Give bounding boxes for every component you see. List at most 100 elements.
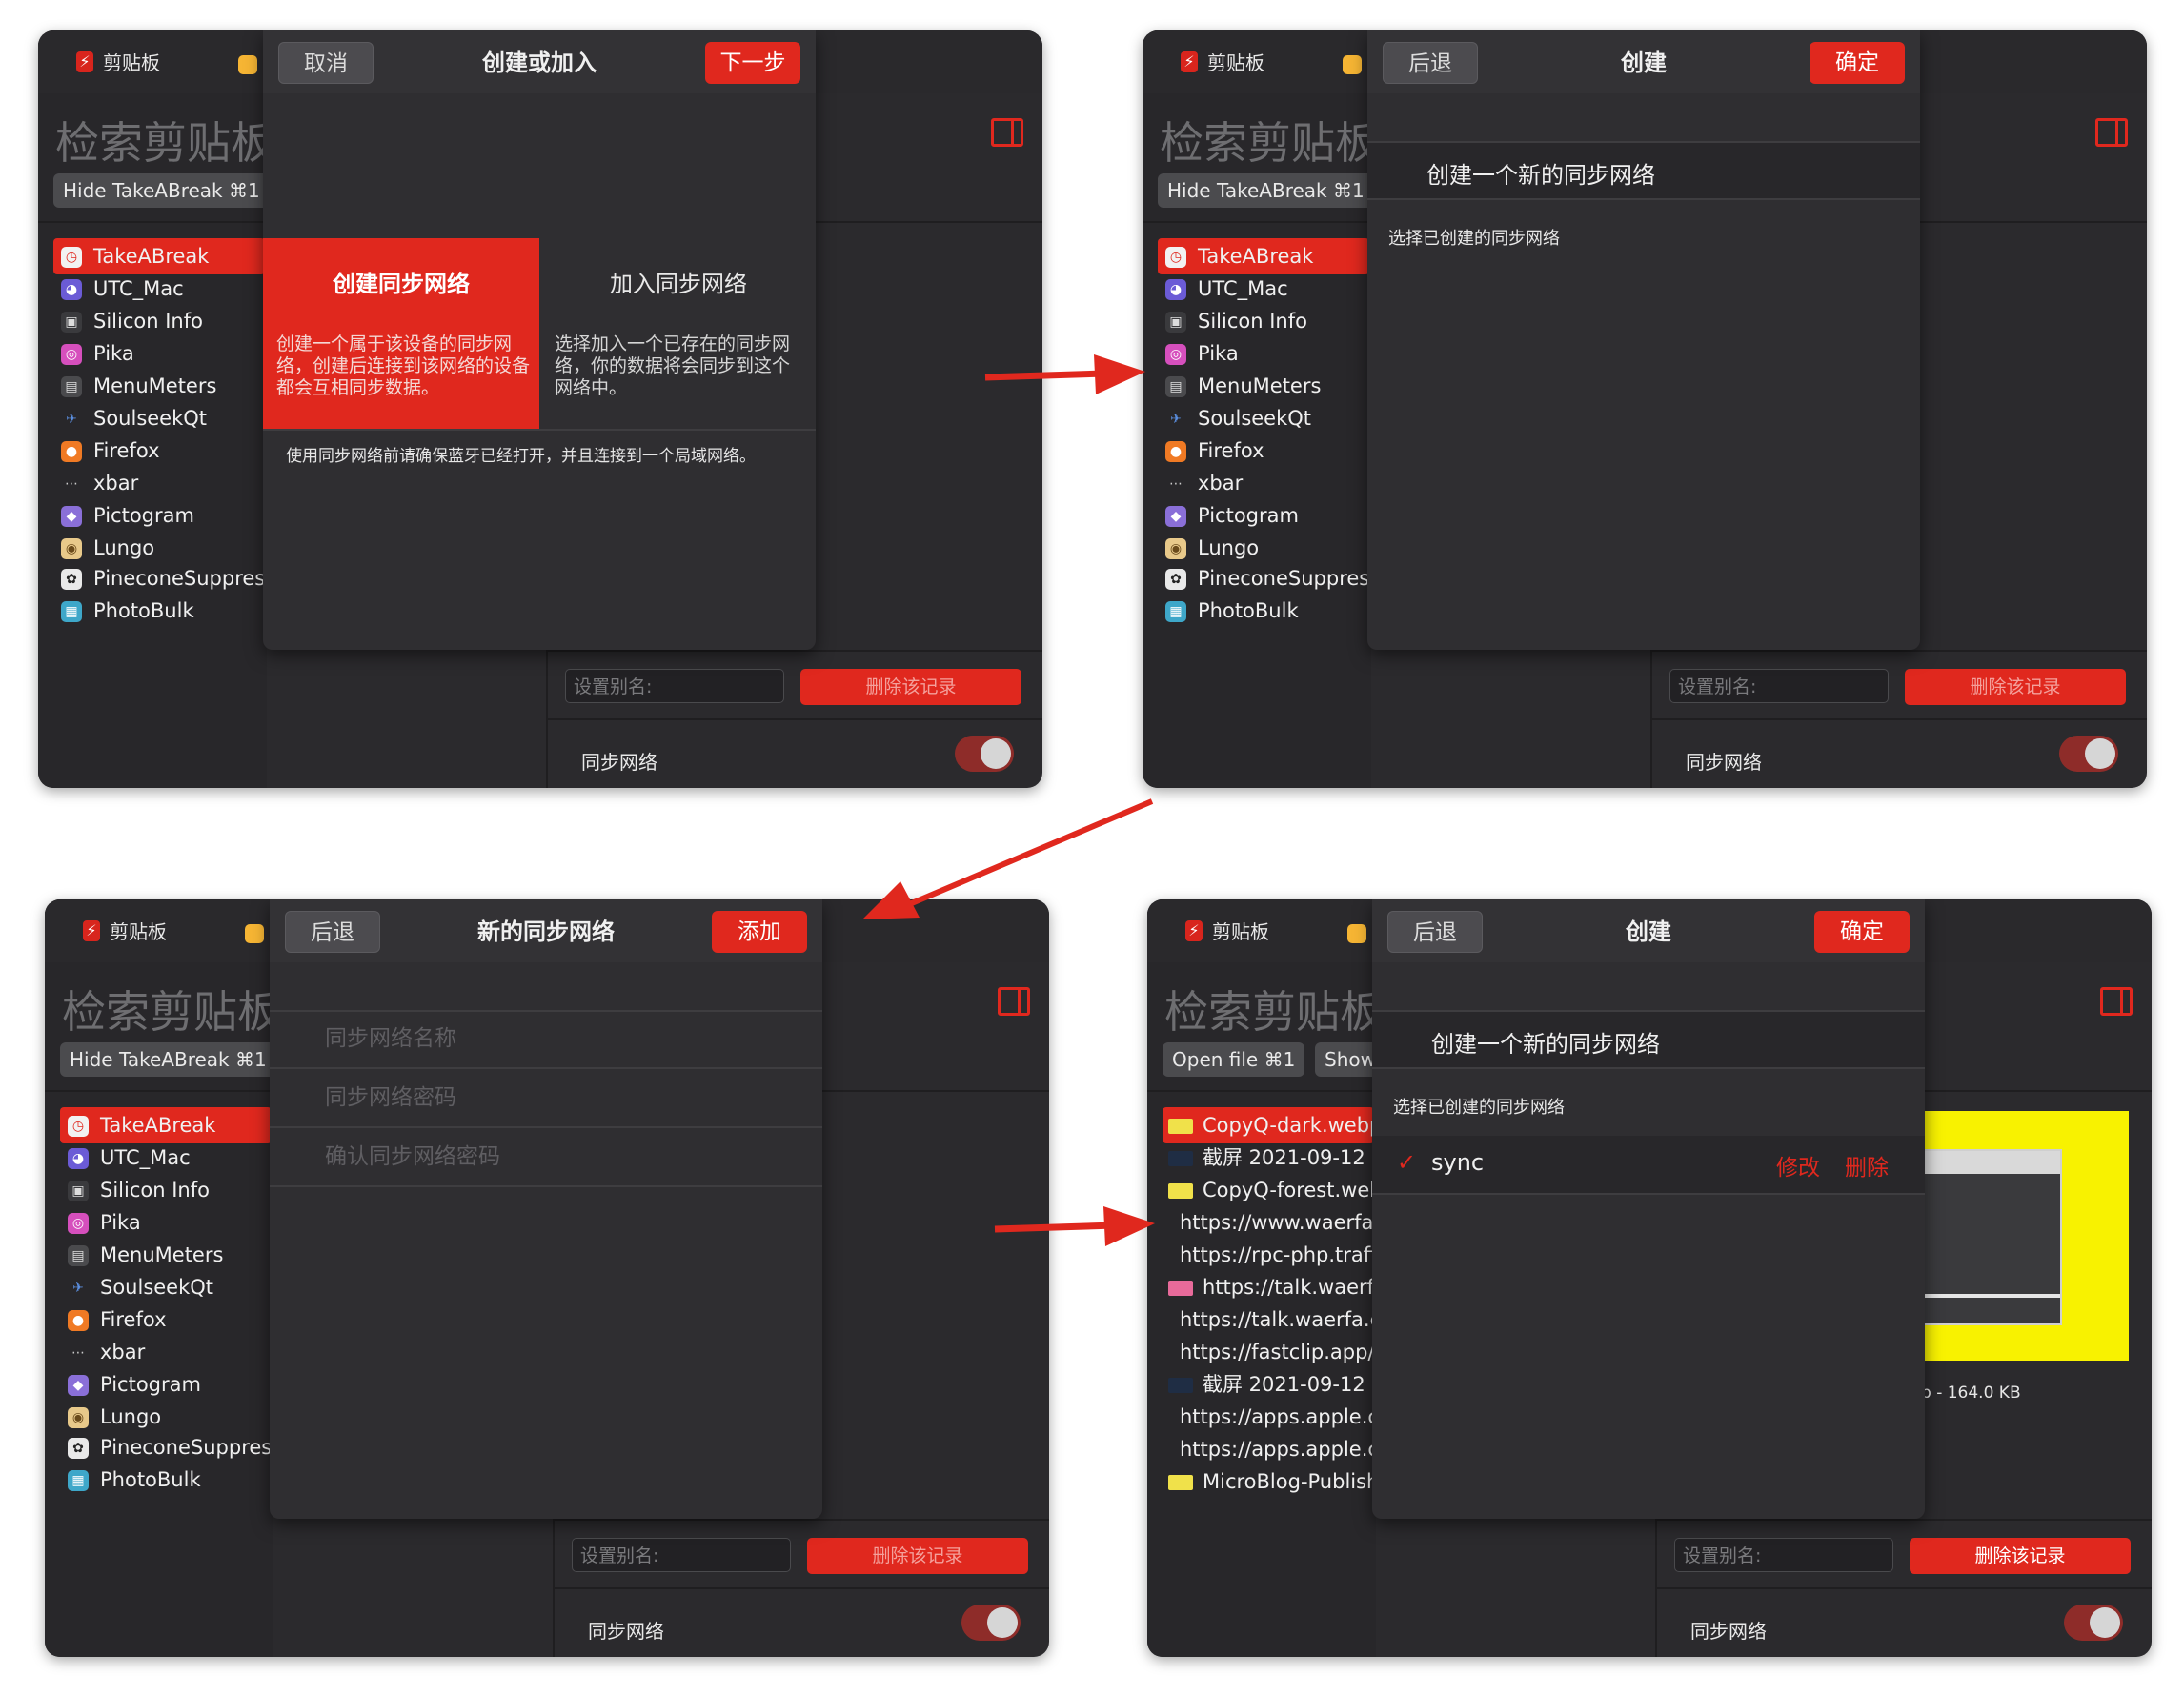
- status-dot[interactable]: [238, 55, 257, 74]
- cancel-button[interactable]: 取消: [278, 42, 374, 84]
- app-list-item[interactable]: ● Firefox: [53, 433, 265, 469]
- search-input[interactable]: 检索剪贴板: [1164, 978, 1384, 1040]
- app-list-item[interactable]: ◷ TakeABreak: [1158, 238, 1369, 274]
- app-list-item[interactable]: ▦ PhotoBulk: [53, 593, 265, 629]
- screenshot-thumb-icon: [1168, 1378, 1193, 1393]
- app-logo-icon: ⚡: [76, 51, 93, 72]
- confirm-button[interactable]: 确定: [1814, 911, 1910, 953]
- delete-record-button[interactable]: 删除该记录: [807, 1538, 1028, 1574]
- panel-toggle-icon[interactable]: [2100, 987, 2133, 1016]
- app-list-item[interactable]: ◆ Pictogram: [1158, 497, 1369, 534]
- menumeters-icon: ▤: [61, 376, 82, 397]
- app-list-item[interactable]: ◆ Pictogram: [53, 497, 265, 534]
- app-list-item[interactable]: ⋯ xbar: [60, 1334, 272, 1370]
- app-list-item[interactable]: ▤ MenuMeters: [60, 1237, 272, 1273]
- network-name-input[interactable]: 同步网络名称: [325, 1020, 456, 1052]
- clip-list-item[interactable]: https://www.waerfa.co: [1163, 1204, 1374, 1241]
- app-list-item[interactable]: ▣ Silicon Info: [53, 303, 265, 339]
- app-list-item[interactable]: ✈ SoulseekQt: [60, 1269, 272, 1305]
- clip-list-item[interactable]: CopyQ-forest.webp: [1163, 1172, 1374, 1208]
- app-list-item-label: xbar: [93, 472, 139, 495]
- app-list-item[interactable]: ▤ MenuMeters: [53, 368, 265, 404]
- sync-toggle[interactable]: [2059, 736, 2118, 772]
- back-button[interactable]: 后退: [1383, 42, 1478, 84]
- alias-input[interactable]: 设置别名:: [565, 669, 784, 703]
- back-button[interactable]: 后退: [285, 911, 380, 953]
- network-row[interactable]: ✓ sync 修改 删除: [1372, 1136, 1925, 1193]
- confirm-password-input[interactable]: 确认同步网络密码: [325, 1138, 500, 1170]
- sync-toggle[interactable]: [961, 1605, 1021, 1641]
- app-list-item[interactable]: ◎ Pika: [53, 335, 265, 372]
- app-list-item[interactable]: ▤ MenuMeters: [1158, 368, 1369, 404]
- clip-list-item[interactable]: 截屏 2021-09-12 0: [1163, 1366, 1374, 1403]
- search-input[interactable]: 检索剪贴板: [55, 109, 274, 172]
- panel-toggle-icon[interactable]: [2095, 118, 2128, 147]
- app-list-item[interactable]: ◎ Pika: [60, 1204, 272, 1241]
- app-list-item[interactable]: ⋯ xbar: [1158, 465, 1369, 501]
- pika-icon: ◎: [1165, 344, 1186, 365]
- delete-record-button[interactable]: 删除该记录: [1910, 1538, 2131, 1574]
- app-list-item[interactable]: ✈ SoulseekQt: [53, 400, 265, 436]
- search-input[interactable]: 检索剪贴板: [62, 978, 281, 1040]
- clip-list-item[interactable]: 截屏 2021-09-12 0: [1163, 1140, 1374, 1176]
- hide-app-shortcut-button[interactable]: Hide TakeABreak ⌘1: [1158, 173, 1374, 208]
- panel-toggle-icon[interactable]: [991, 118, 1023, 147]
- image-thumb-icon: [1168, 1475, 1193, 1490]
- clip-list-item[interactable]: https://rpc-php.traffic: [1163, 1237, 1374, 1273]
- sync-toggle[interactable]: [2064, 1605, 2123, 1641]
- app-list-item[interactable]: ◆ Pictogram: [60, 1366, 272, 1403]
- app-list-item-label: Pika: [1198, 342, 1239, 365]
- create-new-network-label: 创建一个新的同步网络: [1426, 162, 1655, 189]
- clip-list-item[interactable]: CopyQ-dark.webp: [1163, 1107, 1374, 1143]
- sync-toggle[interactable]: [955, 736, 1014, 772]
- app-list-item[interactable]: ▣ Silicon Info: [60, 1172, 272, 1208]
- app-list-item[interactable]: ▦ PhotoBulk: [60, 1462, 272, 1498]
- alias-input[interactable]: 设置别名:: [572, 1538, 791, 1572]
- hide-app-shortcut-button[interactable]: Hide TakeABreak ⌘1: [53, 173, 270, 208]
- app-list-item-label: Firefox: [1198, 439, 1264, 462]
- status-dot[interactable]: [1347, 924, 1366, 943]
- app-list-item[interactable]: ◕ UTC_Mac: [53, 271, 265, 307]
- create-network-option[interactable]: 创建同步网络 创建一个属于该设备的同步网络，创建后连接到该网络的设备都会互相同步…: [263, 238, 539, 429]
- delete-network-button[interactable]: 删除: [1845, 1149, 1889, 1181]
- clip-list-item[interactable]: https://talk.waerfa.cor: [1163, 1302, 1374, 1338]
- join-network-option[interactable]: 加入同步网络 选择加入一个已存在的同步网络，你的数据将会同步到这个网络中。: [541, 238, 816, 429]
- panel-toggle-icon[interactable]: [998, 987, 1030, 1016]
- app-list-item[interactable]: ✈ SoulseekQt: [1158, 400, 1369, 436]
- app-list-item[interactable]: ✿ PineconeSuppress: [53, 560, 265, 596]
- app-list-item-label: SoulseekQt: [100, 1276, 214, 1299]
- search-input[interactable]: 检索剪贴板: [1160, 109, 1379, 172]
- app-list-item[interactable]: ◷ TakeABreak: [53, 238, 265, 274]
- delete-record-button[interactable]: 删除该记录: [1905, 669, 2126, 705]
- firefox-icon: ●: [68, 1310, 89, 1331]
- join-network-title: 加入同步网络: [610, 271, 747, 297]
- create-new-network-row[interactable]: 创建一个新的同步网络: [1367, 143, 1920, 198]
- open-file-shortcut-button[interactable]: Open file ⌘1: [1163, 1042, 1305, 1077]
- create-new-network-row[interactable]: 创建一个新的同步网络: [1372, 1012, 1925, 1067]
- app-list-item[interactable]: ● Firefox: [1158, 433, 1369, 469]
- app-list-item[interactable]: ◎ Pika: [1158, 335, 1369, 372]
- alias-input[interactable]: 设置别名:: [1669, 669, 1889, 703]
- app-list-item[interactable]: ◷ TakeABreak: [60, 1107, 272, 1143]
- confirm-button[interactable]: 确定: [1810, 42, 1905, 84]
- add-button[interactable]: 添加: [712, 911, 807, 953]
- status-dot[interactable]: [1343, 55, 1362, 74]
- back-button[interactable]: 后退: [1387, 911, 1483, 953]
- app-list-item[interactable]: ● Firefox: [60, 1302, 272, 1338]
- app-list-item[interactable]: ▣ Silicon Info: [1158, 303, 1369, 339]
- app-list-item[interactable]: ⋯ xbar: [53, 465, 265, 501]
- app-list-item[interactable]: ✿ PineconeSuppress: [1158, 560, 1369, 596]
- next-button[interactable]: 下一步: [705, 42, 800, 84]
- clip-list-item[interactable]: https://fastclip.app/#/: [1163, 1334, 1374, 1370]
- app-list-item[interactable]: ✿ PineconeSuppress: [60, 1429, 272, 1465]
- delete-record-button[interactable]: 删除该记录: [800, 669, 1021, 705]
- app-list-item[interactable]: ◕ UTC_Mac: [60, 1140, 272, 1176]
- hide-app-shortcut-button[interactable]: Hide TakeABreak ⌘1: [60, 1042, 276, 1077]
- clip-list-item[interactable]: https://talk.waerfa: [1163, 1269, 1374, 1305]
- status-dot[interactable]: [245, 924, 264, 943]
- app-list-item[interactable]: ▦ PhotoBulk: [1158, 593, 1369, 629]
- alias-input[interactable]: 设置别名:: [1674, 1538, 1893, 1572]
- edit-network-button[interactable]: 修改: [1776, 1149, 1820, 1181]
- network-password-input[interactable]: 同步网络密码: [325, 1079, 456, 1111]
- app-list-item[interactable]: ◕ UTC_Mac: [1158, 271, 1369, 307]
